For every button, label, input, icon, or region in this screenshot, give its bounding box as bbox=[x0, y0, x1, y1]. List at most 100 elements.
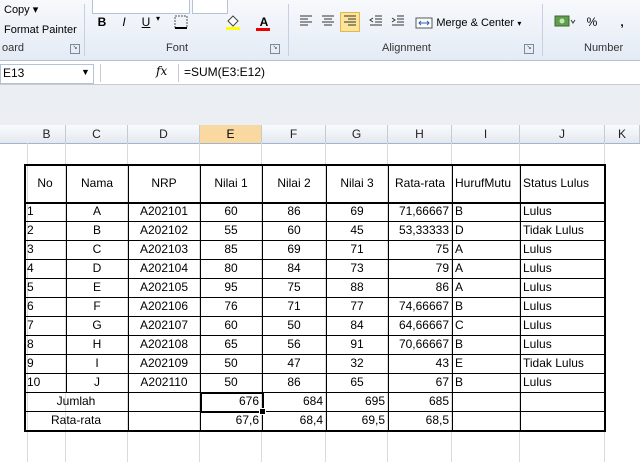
table-cell-status[interactable]: Lulus bbox=[520, 202, 604, 221]
decrease-indent-button[interactable] bbox=[366, 12, 386, 32]
name-box[interactable]: E13 ▼ bbox=[0, 64, 94, 84]
table-cell-no[interactable]: 1 bbox=[24, 202, 66, 221]
chevron-down-icon[interactable]: ▾ bbox=[156, 14, 160, 23]
column-header-e[interactable]: E bbox=[200, 125, 262, 143]
table-cell-hurufmutu[interactable]: A bbox=[452, 240, 520, 259]
table-cell-no[interactable]: 4 bbox=[24, 259, 66, 278]
table-cell-nilai3[interactable]: 69 bbox=[326, 202, 388, 221]
bold-button[interactable]: B bbox=[92, 12, 112, 32]
table-cell-ratarata[interactable]: 75 bbox=[388, 240, 452, 259]
table-cell-nama[interactable]: F bbox=[66, 297, 128, 316]
table-cell-nilai2[interactable]: 75 bbox=[262, 278, 326, 297]
table-cell-no[interactable]: 9 bbox=[24, 354, 66, 373]
table-cell-status[interactable]: Lulus bbox=[520, 373, 604, 392]
formula-input[interactable]: =SUM(E3:E12) bbox=[184, 65, 265, 79]
jumlah-cell-f[interactable]: 684 bbox=[262, 392, 326, 411]
table-cell-nilai2[interactable]: 60 bbox=[262, 221, 326, 240]
table-cell-status[interactable]: Lulus bbox=[520, 297, 604, 316]
jumlah-cell-h[interactable]: 685 bbox=[388, 392, 452, 411]
table-cell-ratarata[interactable]: 71,66667 bbox=[388, 202, 452, 221]
table-cell-nilai1[interactable]: 60 bbox=[200, 316, 262, 335]
table-cell-nilai3[interactable]: 73 bbox=[326, 259, 388, 278]
table-cell-ratarata[interactable]: 86 bbox=[388, 278, 452, 297]
table-cell-nilai1[interactable]: 95 bbox=[200, 278, 262, 297]
ratarata-label[interactable]: Rata-rata bbox=[24, 411, 128, 430]
table-cell-status[interactable]: Lulus bbox=[520, 278, 604, 297]
table-cell-nrp[interactable]: A202103 bbox=[128, 240, 200, 259]
table-cell-nrp[interactable]: A202102 bbox=[128, 221, 200, 240]
table-cell-nrp[interactable]: A202105 bbox=[128, 278, 200, 297]
table-cell-hurufmutu[interactable]: C bbox=[452, 316, 520, 335]
column-header-f[interactable]: F bbox=[262, 125, 326, 143]
table-cell-hurufmutu[interactable]: B bbox=[452, 373, 520, 392]
table-cell-nilai1[interactable]: 50 bbox=[200, 373, 262, 392]
table-cell-hurufmutu[interactable]: B bbox=[452, 297, 520, 316]
table-cell-nama[interactable]: G bbox=[66, 316, 128, 335]
table-cell-ratarata[interactable]: 67 bbox=[388, 373, 452, 392]
column-header-g[interactable]: G bbox=[326, 125, 388, 143]
font-launcher-icon[interactable]: ↘ bbox=[270, 44, 280, 54]
accounting-format-button[interactable] bbox=[550, 12, 580, 32]
table-cell-no[interactable]: 7 bbox=[24, 316, 66, 335]
header-ratarata[interactable]: Rata-rata bbox=[388, 164, 452, 202]
fill-handle[interactable] bbox=[259, 408, 266, 415]
table-cell-nilai2[interactable]: 56 bbox=[262, 335, 326, 354]
font-color-button[interactable]: A bbox=[252, 12, 276, 32]
header-nilai3[interactable]: Nilai 3 bbox=[326, 164, 388, 202]
ratarata-cell-g[interactable]: 69,5 bbox=[326, 411, 388, 430]
ratarata-cell-f[interactable]: 68,4 bbox=[262, 411, 326, 430]
header-no[interactable]: No bbox=[24, 164, 66, 202]
italic-button[interactable]: I bbox=[114, 12, 134, 32]
table-cell-nilai2[interactable]: 47 bbox=[262, 354, 326, 373]
table-cell-nilai3[interactable]: 32 bbox=[326, 354, 388, 373]
table-cell-nilai3[interactable]: 71 bbox=[326, 240, 388, 259]
table-cell-nrp[interactable]: A202109 bbox=[128, 354, 200, 373]
chevron-down-icon[interactable]: ▼ bbox=[81, 67, 90, 77]
table-cell-no[interactable]: 10 bbox=[24, 373, 66, 392]
table-cell-ratarata[interactable]: 43 bbox=[388, 354, 452, 373]
table-cell-ratarata[interactable]: 64,66667 bbox=[388, 316, 452, 335]
table-cell-nama[interactable]: J bbox=[66, 373, 128, 392]
column-header-d[interactable]: D bbox=[128, 125, 200, 143]
table-cell-nilai2[interactable]: 84 bbox=[262, 259, 326, 278]
table-cell-nrp[interactable]: A202108 bbox=[128, 335, 200, 354]
increase-indent-button[interactable] bbox=[388, 12, 408, 32]
table-cell-nama[interactable]: H bbox=[66, 335, 128, 354]
table-cell-nilai2[interactable]: 86 bbox=[262, 373, 326, 392]
table-cell-nilai1[interactable]: 85 bbox=[200, 240, 262, 259]
table-cell-no[interactable]: 6 bbox=[24, 297, 66, 316]
table-cell-hurufmutu[interactable]: E bbox=[452, 354, 520, 373]
alignment-launcher-icon[interactable]: ↘ bbox=[524, 44, 534, 54]
active-cell-selection[interactable] bbox=[200, 392, 264, 413]
header-hurufmutu[interactable]: HurufMutu bbox=[452, 164, 520, 202]
table-cell-status[interactable]: Lulus bbox=[520, 335, 604, 354]
format-painter-button[interactable]: Format Painter bbox=[4, 24, 77, 36]
table-cell-nama[interactable]: E bbox=[66, 278, 128, 297]
table-cell-nama[interactable]: A bbox=[66, 202, 128, 221]
header-nilai1[interactable]: Nilai 1 bbox=[200, 164, 262, 202]
header-nrp[interactable]: NRP bbox=[128, 164, 200, 202]
table-cell-status[interactable]: Lulus bbox=[520, 240, 604, 259]
table-cell-nilai1[interactable]: 50 bbox=[200, 354, 262, 373]
fill-color-button[interactable] bbox=[220, 12, 246, 32]
table-cell-no[interactable]: 8 bbox=[24, 335, 66, 354]
table-cell-nrp[interactable]: A202110 bbox=[128, 373, 200, 392]
ratarata-cell-h[interactable]: 68,5 bbox=[388, 411, 452, 430]
merge-center-button[interactable]: Merge & Center ▾ bbox=[414, 12, 534, 32]
table-cell-status[interactable]: Tidak Lulus bbox=[520, 354, 604, 373]
table-cell-nilai2[interactable]: 86 bbox=[262, 202, 326, 221]
jumlah-cell-g[interactable]: 695 bbox=[326, 392, 388, 411]
table-cell-nilai2[interactable]: 50 bbox=[262, 316, 326, 335]
table-cell-no[interactable]: 3 bbox=[24, 240, 66, 259]
table-cell-nrp[interactable]: A202107 bbox=[128, 316, 200, 335]
table-cell-ratarata[interactable]: 70,66667 bbox=[388, 335, 452, 354]
column-header-b[interactable]: B bbox=[28, 125, 66, 143]
table-cell-nama[interactable]: D bbox=[66, 259, 128, 278]
column-header-h[interactable]: H bbox=[388, 125, 452, 143]
align-right-button[interactable] bbox=[340, 12, 360, 32]
table-cell-nilai3[interactable]: 88 bbox=[326, 278, 388, 297]
table-cell-nilai2[interactable]: 71 bbox=[262, 297, 326, 316]
ratarata-cell-e[interactable]: 67,6 bbox=[200, 411, 262, 430]
table-cell-nilai3[interactable]: 91 bbox=[326, 335, 388, 354]
table-cell-nilai3[interactable]: 45 bbox=[326, 221, 388, 240]
